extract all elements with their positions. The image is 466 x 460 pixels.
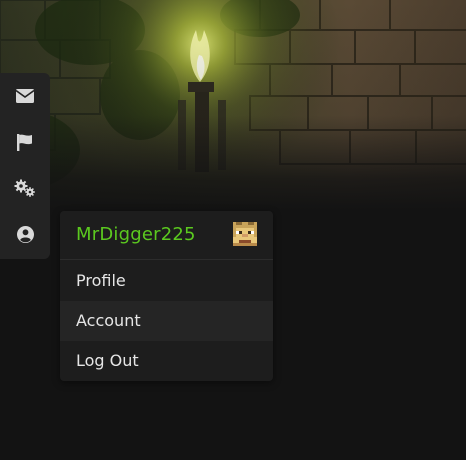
user-menu-header: MrDigger225: [60, 211, 273, 260]
envelope-icon: [16, 89, 34, 103]
menu-item-label: Profile: [76, 271, 126, 290]
settings-button[interactable]: [0, 165, 50, 211]
menu-item-label: Log Out: [76, 351, 139, 370]
menu-item-account[interactable]: Account: [60, 301, 273, 341]
avatar[interactable]: [232, 222, 258, 246]
sidebar: [0, 73, 50, 259]
reports-button[interactable]: [0, 119, 50, 165]
gears-icon: [14, 179, 35, 197]
page: MrDigger225 Profile Account Log Out: [0, 0, 466, 460]
menu-item-log-out[interactable]: Log Out: [60, 341, 273, 381]
user-button[interactable]: [0, 211, 50, 257]
menu-item-profile[interactable]: Profile: [60, 261, 273, 301]
messages-button[interactable]: [0, 73, 50, 119]
header-banner-image: [0, 0, 466, 210]
flag-icon: [17, 133, 32, 151]
menu-item-label: Account: [76, 311, 141, 330]
user-dropdown-menu: MrDigger225 Profile Account Log Out: [60, 211, 273, 381]
user-circle-icon: [16, 225, 34, 243]
username[interactable]: MrDigger225: [76, 224, 196, 246]
